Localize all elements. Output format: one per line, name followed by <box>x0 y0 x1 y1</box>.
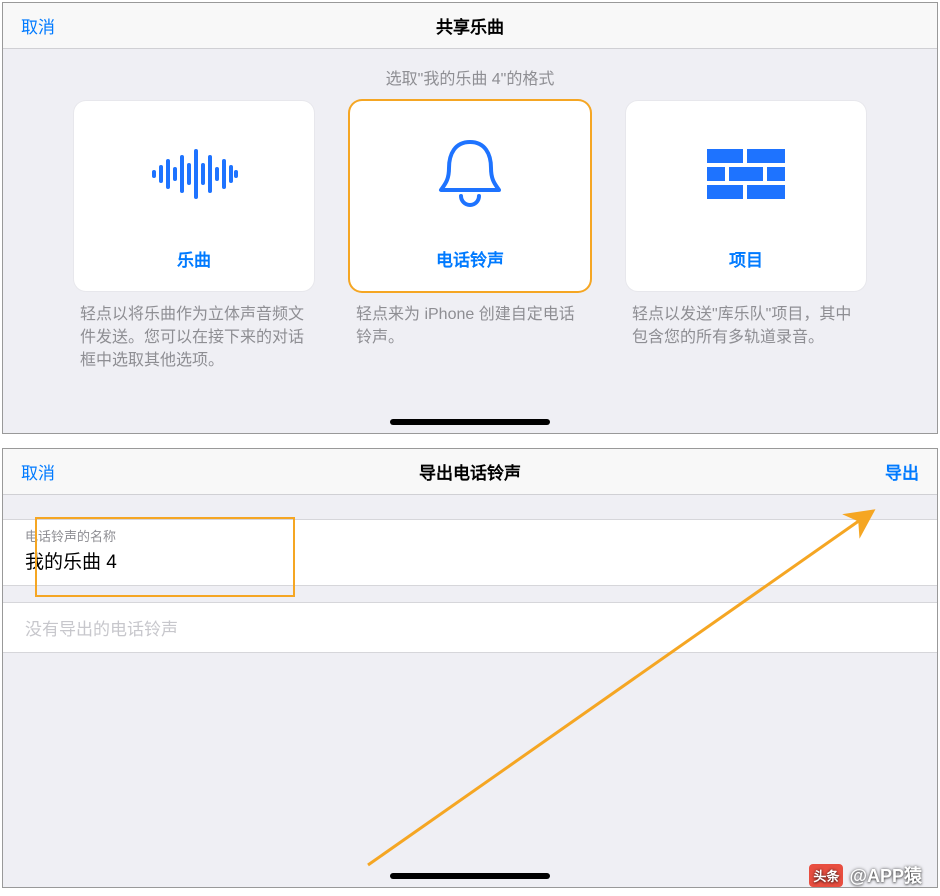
export-ringtone-navbar: 取消 导出电话铃声 导出 <box>3 449 937 495</box>
format-subtitle: 选取"我的乐曲 4"的格式 <box>3 65 937 89</box>
option-label: 项目 <box>729 246 763 271</box>
export-ringtone-title: 导出电话铃声 <box>201 459 739 484</box>
option-desc: 轻点以发送"库乐队"项目，其中包含您的所有多轨道录音。 <box>626 303 866 349</box>
ringtone-name-input[interactable] <box>25 549 915 571</box>
option-card-project[interactable]: 项目 <box>626 101 866 291</box>
watermark: 取消 头条 @APP猿 <box>809 862 922 888</box>
cancel-button[interactable]: 取消 <box>21 464 55 483</box>
option-card-ringtone[interactable]: 电话铃声 <box>350 101 590 291</box>
home-indicator <box>390 873 550 879</box>
option-desc: 轻点以将乐曲作为立体声音频文件发送。您可以在接下来的对话框中选取其他选项。 <box>74 303 314 373</box>
waveform-icon <box>150 101 238 246</box>
option-label: 乐曲 <box>177 246 211 271</box>
home-indicator <box>390 419 550 425</box>
cancel-button[interactable]: 取消 <box>21 18 55 37</box>
option-desc: 轻点来为 iPhone 创建自定电话铃声。 <box>350 303 590 349</box>
ringtone-name-field-group: 电话铃声的名称 <box>3 519 937 586</box>
bricks-icon <box>707 101 785 246</box>
bell-icon <box>435 101 505 246</box>
exported-ringtones-empty-row: 没有导出的电话铃声 <box>3 602 937 653</box>
watermark-logo-icon: 头条 <box>809 864 843 887</box>
ringtone-name-label: 电话铃声的名称 <box>25 526 915 545</box>
option-card-song[interactable]: 乐曲 <box>74 101 314 291</box>
share-song-title: 共享乐曲 <box>201 13 739 38</box>
export-button[interactable]: 导出 <box>885 464 919 483</box>
watermark-text: @APP猿 <box>849 862 922 888</box>
share-song-navbar: 取消 共享乐曲 <box>3 3 937 49</box>
option-label: 电话铃声 <box>436 246 504 271</box>
